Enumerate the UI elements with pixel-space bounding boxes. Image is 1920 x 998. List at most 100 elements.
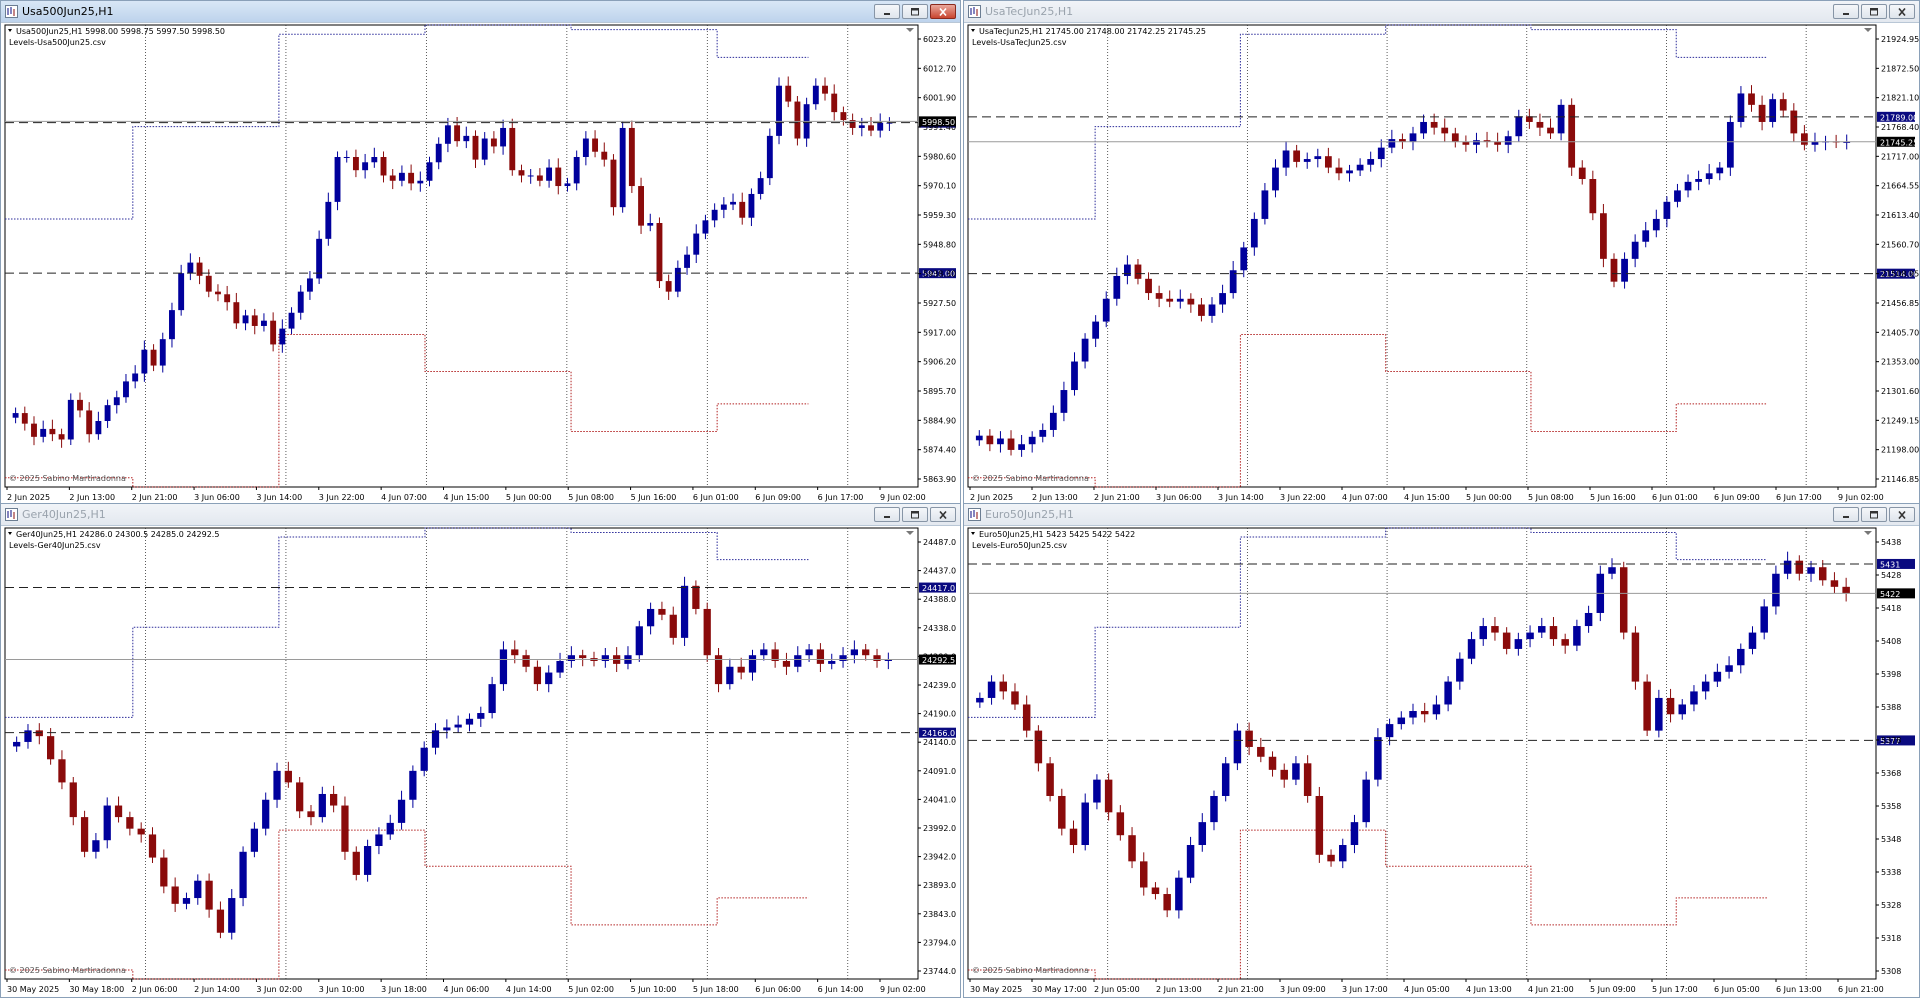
bear-candle	[126, 817, 134, 829]
price-tick-label: 6012.70	[923, 64, 956, 73]
price-tick-label: 5438	[1881, 538, 1901, 547]
price-tick-label: 23942.0	[923, 853, 956, 862]
close-button[interactable]	[1889, 4, 1915, 19]
bull-candle	[24, 730, 32, 742]
time-tick-label: 4 Jun 15:00	[444, 493, 490, 502]
bull-candle	[1432, 704, 1441, 715]
copyright-text: © 2025 Sabino Martiradonna	[9, 966, 126, 975]
bull-candle	[1748, 632, 1757, 649]
bull-candle	[242, 315, 249, 324]
time-tick-label: 3 Jun 17:00	[1342, 985, 1388, 994]
bear-candle	[380, 157, 387, 176]
bull-candle	[12, 413, 19, 418]
bear-candle	[1022, 704, 1031, 731]
bear-candle	[555, 167, 562, 187]
price-chart[interactable]: 5998.005941.006023.206012.706001.905991.…	[1, 23, 960, 505]
minimize-button[interactable]	[1833, 507, 1859, 522]
bull-candle	[1367, 159, 1375, 165]
bear-candle	[1034, 730, 1043, 764]
minimize-button[interactable]	[1833, 4, 1859, 19]
bull-candle	[1515, 116, 1523, 137]
bull-candle	[805, 649, 813, 656]
bull-candle	[582, 138, 589, 157]
time-tick-label: 3 Jun 10:00	[319, 985, 365, 994]
bull-candle	[477, 713, 485, 719]
indicator-name: Levels-Ger40Jun25.csv	[9, 541, 101, 550]
key-level-label: 21789.00	[1880, 113, 1918, 122]
window-titlebar[interactable]: Euro50Jun25,H1	[964, 504, 1919, 526]
bull-candle	[40, 428, 47, 437]
bear-candle	[296, 782, 304, 812]
bear-candle	[1748, 93, 1755, 105]
bull-candle	[398, 172, 405, 181]
price-chart[interactable]: 24417.0 24166.0 24487.0 24437.0 24388.0 24338…	[1, 526, 960, 997]
bull-candle	[1113, 275, 1121, 299]
time-tick-label: 5 Jun 16:00	[631, 493, 677, 502]
maximize-icon	[1870, 7, 1878, 15]
chart-window-1[interactable]: Usa500Jun25,H1 5998.005941.006023.206012…	[0, 0, 961, 506]
maximize-button[interactable]	[902, 4, 928, 19]
price-tick-label: 24140.0	[923, 738, 956, 747]
close-button[interactable]	[930, 507, 956, 522]
chart-window-2[interactable]: UsaTecJun25,H1 21789.00 21514.00 21924.95 2…	[963, 0, 1920, 506]
bull-candle	[1674, 190, 1681, 202]
bear-candle	[669, 614, 677, 638]
price-tick-label: 5970.10	[923, 182, 956, 191]
bull-candle	[567, 655, 575, 661]
bull-candle	[1028, 436, 1036, 445]
bull-candle	[488, 684, 496, 714]
bull-candle	[757, 178, 764, 194]
close-icon	[1898, 7, 1906, 16]
bull-candle	[262, 799, 270, 829]
bear-candle	[352, 851, 360, 875]
bear-candle	[160, 857, 168, 887]
bear-candle	[1335, 167, 1343, 174]
bull-candle	[760, 649, 768, 656]
bear-candle	[284, 770, 292, 783]
maximize-button[interactable]	[1861, 4, 1887, 19]
bear-candle	[610, 159, 617, 208]
minimize-button[interactable]	[874, 4, 900, 19]
bull-candle	[812, 85, 819, 105]
minimize-button[interactable]	[874, 507, 900, 522]
time-tick-label: 5 Jun 00:00	[1466, 493, 1512, 502]
price-chart[interactable]: 5431537754385428541854085398538853785368…	[964, 526, 1919, 997]
maximize-icon	[911, 7, 919, 15]
bear-candle	[1134, 264, 1142, 279]
bear-candle	[1491, 626, 1499, 633]
time-tick-label: 2 Jun 21:00	[132, 493, 178, 502]
bull-candle	[1102, 298, 1110, 322]
bull-candle	[1272, 167, 1279, 191]
current-price-label: 5422	[1880, 590, 1900, 599]
bull-candle	[375, 834, 383, 847]
maximize-button[interactable]	[902, 507, 928, 522]
maximize-button[interactable]	[1861, 507, 1887, 522]
indicator-name: Levels-UsaTecJun25.csv	[972, 38, 1067, 47]
bull-candle	[1420, 121, 1427, 134]
time-tick-label: 2 Jun 2025	[970, 493, 1013, 502]
close-button[interactable]	[930, 4, 956, 19]
bull-candle	[1504, 136, 1512, 145]
window-titlebar[interactable]: Ger40Jun25,H1	[1, 504, 960, 526]
bull-candle	[397, 799, 406, 823]
chart-window-4[interactable]: Euro50Jun25,H1 5431 5377 5438 5428 5418 5408 5…	[963, 503, 1920, 998]
window-titlebar[interactable]: Usa500Jun25,H1	[1, 1, 960, 23]
bear-candle	[1116, 812, 1125, 836]
time-tick-label: 6 Jun 05:00	[1714, 985, 1760, 994]
bull-candle	[169, 310, 175, 340]
bear-candle	[511, 649, 519, 656]
chart-window-3[interactable]: Ger40Jun25,H1 24417.0 24166.0 24487.0 24437…	[0, 503, 961, 998]
bull-candle	[1760, 606, 1768, 633]
bull-candle	[1346, 170, 1353, 174]
window-titlebar[interactable]: UsaTecJun25,H1	[964, 1, 1919, 23]
price-chart[interactable]: 21789.0021514.0021924.9521872.5021821.10…	[964, 23, 1919, 505]
close-button[interactable]	[1889, 507, 1915, 522]
time-tick-label: 5 Jun 10:00	[631, 985, 677, 994]
bear-candle	[1155, 293, 1163, 299]
bull-candle	[1409, 711, 1417, 718]
bull-candle	[1621, 258, 1628, 282]
time-tick-label: 2 Jun 21:00	[1218, 985, 1264, 994]
bear-candle	[794, 101, 801, 139]
bear-candle	[785, 85, 792, 102]
bull-candle	[1060, 390, 1068, 413]
